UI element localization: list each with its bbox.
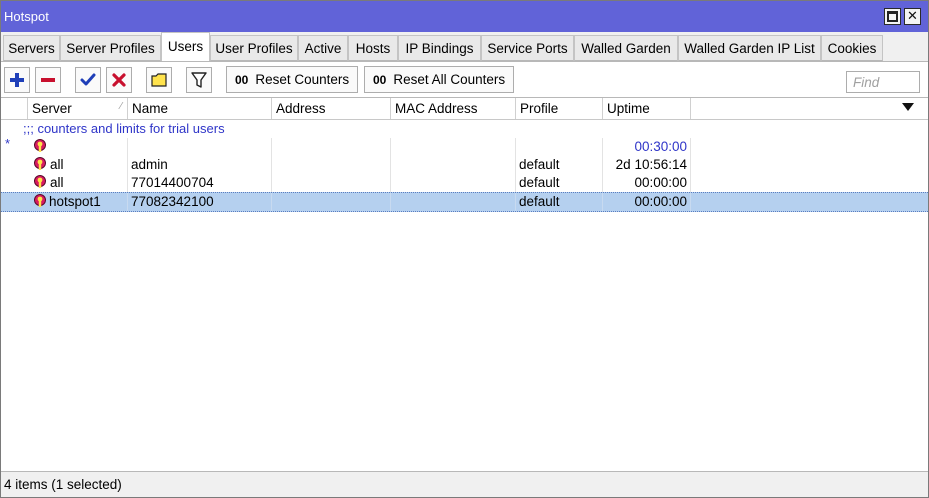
status-bar: 4 items (1 selected) [1,471,928,497]
cell-mac-address [391,174,516,192]
reset-counters-button[interactable]: 00 Reset Counters [226,66,359,93]
column-mac-address[interactable]: MAC Address [391,98,516,119]
comment-row[interactable]: ;;; counters and limits for trial users [1,120,928,138]
tab-servers[interactable]: Servers [3,35,60,61]
tab-hosts[interactable]: Hosts [348,35,398,61]
column-menu-icon[interactable] [902,103,914,111]
user-icon [34,194,46,207]
reset-all-counters-label: Reset All Counters [393,72,506,87]
cell-mac-address [391,156,516,174]
table-row[interactable]: all 77014400704 default 00:00:00 [1,174,928,192]
tab-service-ports[interactable]: Service Ports [481,35,574,61]
cell-address [272,174,391,192]
cell-address [272,156,391,174]
column-server-label: Server [32,101,72,116]
sort-icon: ⁄ [120,101,122,112]
filter-funnel-icon [191,72,207,88]
find-input[interactable] [846,71,920,93]
add-icon [10,73,24,87]
remove-icon [41,78,55,82]
cell-server [28,138,128,156]
cell-profile: default [516,193,603,211]
reset-counters-label: Reset Counters [255,72,350,87]
cell-uptime: 00:30:00 [603,138,691,156]
reset-all-counters-button[interactable]: 00 Reset All Counters [364,66,515,93]
window-title: Hotspot [4,9,49,24]
counter-icon: 00 [235,72,249,87]
tab-users[interactable]: Users [161,32,210,62]
user-icon [34,175,46,188]
hotspot-window: Hotspot ✕ Servers Server Profiles Users … [0,0,929,498]
cell-server: hotspot1 [28,193,128,211]
cell-address [272,193,391,211]
column-name[interactable]: Name [128,98,272,119]
cell-profile: default [516,156,603,174]
disable-x-icon [112,73,126,87]
enable-check-icon [80,73,96,86]
tab-server-profiles[interactable]: Server Profiles [60,35,161,61]
tab-user-profiles[interactable]: User Profiles [210,35,298,61]
tab-walled-garden-ip-list[interactable]: Walled Garden IP List [678,35,821,61]
close-button[interactable]: ✕ [904,8,921,25]
cell-uptime: 2d 10:56:14 [603,156,691,174]
cell-uptime: 00:00:00 [603,174,691,192]
users-table: Server ⁄ Name Address MAC Address Profile… [1,97,928,471]
filter-button[interactable] [186,67,212,93]
cell-name: admin [128,156,272,174]
cell-name: 77082342100 [128,193,272,211]
counter-icon: 00 [373,72,387,87]
column-profile[interactable]: Profile [516,98,603,119]
cell-name: 77014400704 [128,174,272,192]
column-server[interactable]: Server ⁄ [28,98,128,119]
column-address[interactable]: Address [272,98,391,119]
maximize-icon [887,11,898,22]
cell-mac-address [391,193,516,211]
tab-ip-bindings[interactable]: IP Bindings [398,35,481,61]
toolbar: 00 Reset Counters 00 Reset All Counters [1,61,928,97]
tab-walled-garden[interactable]: Walled Garden [574,35,678,61]
comment-button[interactable] [146,67,172,93]
table-row[interactable]: all admin default 2d 10:56:14 [1,156,928,174]
table-row[interactable]: * 00:30:00 [1,136,928,156]
user-icon [34,157,46,170]
cell-server: all [28,174,128,192]
comment-note-icon [151,73,167,87]
cell-mac-address [391,138,516,156]
disable-button[interactable] [106,67,132,93]
row-marker: * [5,136,11,151]
cell-profile [516,138,603,156]
cell-uptime: 00:00:00 [603,193,691,211]
maximize-button[interactable] [884,8,901,25]
remove-button[interactable] [35,67,61,93]
enable-button[interactable] [75,67,101,93]
user-icon [34,139,46,152]
cell-address [272,138,391,156]
cell-profile: default [516,174,603,192]
tab-bar: Servers Server Profiles Users User Profi… [1,32,928,62]
cell-name [128,138,272,156]
title-bar[interactable]: Hotspot ✕ [1,1,928,32]
tab-active[interactable]: Active [298,35,348,61]
column-marker[interactable] [1,98,28,119]
column-uptime[interactable]: Uptime [603,98,691,119]
table-header: Server ⁄ Name Address MAC Address Profile… [1,98,928,120]
table-row-selected[interactable]: hotspot1 77082342100 default 00:00:00 [1,192,928,212]
status-text: 4 items (1 selected) [4,477,122,492]
tab-cookies[interactable]: Cookies [821,35,883,61]
close-icon: ✕ [907,9,918,24]
row-comment: ;;; counters and limits for trial users [23,121,225,136]
cell-server: all [28,156,128,174]
add-button[interactable] [4,67,30,93]
